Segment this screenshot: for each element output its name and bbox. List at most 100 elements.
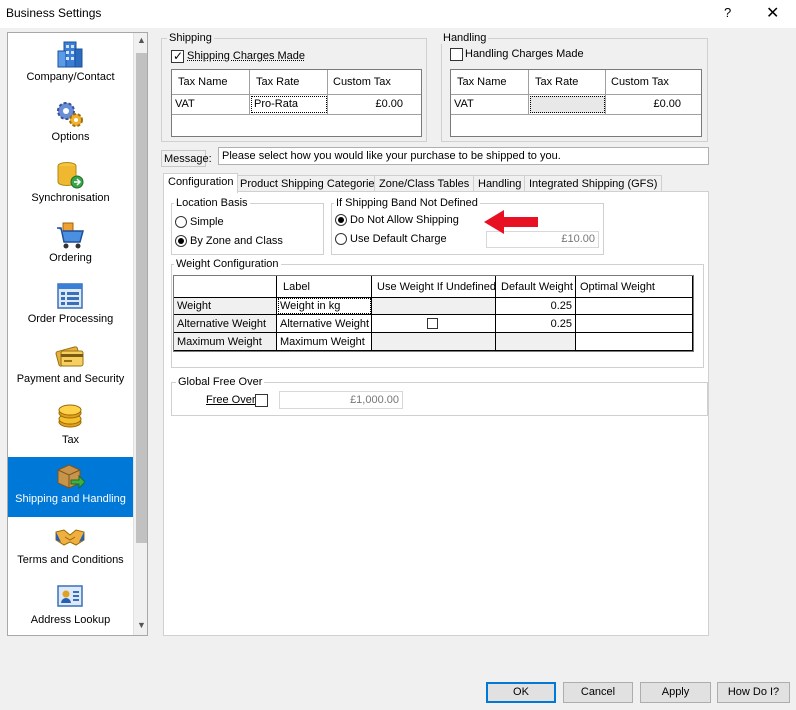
global-free-over-title: Global Free Over <box>176 376 265 388</box>
handling-charges-label[interactable]: Handling Charges Made <box>465 48 584 60</box>
sidebar-item-label: Terms and Conditions <box>17 554 124 566</box>
database-sync-icon <box>57 162 84 189</box>
weight-row-name: Weight <box>177 300 212 312</box>
title-bar: Business Settings ? ✕ <box>0 0 796 28</box>
ok-button[interactable]: OK <box>486 682 556 703</box>
package-arrow-icon <box>57 464 85 490</box>
default-weight-cell[interactable]: 0.25 <box>497 300 572 312</box>
cancel-button[interactable]: Cancel <box>563 682 633 703</box>
message-input[interactable]: Please select how you would like your pu… <box>218 147 709 165</box>
location-basis-group <box>171 203 324 255</box>
shipping-band-title: If Shipping Band Not Defined <box>334 197 480 209</box>
sidebar-item-label: Tax <box>61 434 80 446</box>
custom-tax-cell[interactable]: £0.00 <box>608 98 681 110</box>
sidebar-item-order-processing[interactable]: Order Processing <box>8 277 133 337</box>
weight-configuration-title: Weight Configuration <box>174 258 281 270</box>
free-over-checkbox[interactable] <box>255 394 268 407</box>
location-zone-class-label[interactable]: By Zone and Class <box>190 235 283 247</box>
building-icon <box>57 41 83 68</box>
tax-name-cell: VAT <box>454 98 474 110</box>
gears-icon <box>57 102 83 127</box>
shopping-cart-icon <box>57 222 84 249</box>
weight-label-cell[interactable]: Alternative Weight <box>280 318 369 330</box>
use-weight-cell <box>372 298 495 314</box>
weight-label-cell[interactable]: Maximum Weight <box>280 336 365 348</box>
location-zone-class-radio[interactable] <box>175 235 187 247</box>
free-over-input[interactable]: £1,000.00 <box>279 391 403 409</box>
sidebar-item-ordering[interactable]: Ordering <box>8 216 133 276</box>
address-card-icon <box>57 585 83 607</box>
sidebar-item-company-contact[interactable]: Company/Contact <box>8 35 133 95</box>
column-header: Custom Tax <box>333 76 391 88</box>
handling-charges-checkbox[interactable] <box>450 48 463 61</box>
window-title: Business Settings <box>6 6 102 20</box>
how-do-i-button[interactable]: How Do I? <box>717 682 790 703</box>
tax-rate-cell[interactable] <box>530 96 605 113</box>
message-label: Message: <box>161 150 212 167</box>
use-default-charge-label[interactable]: Use Default Charge <box>350 233 447 245</box>
configuration-panel: Location Basis Simple By Zone and Class … <box>163 191 709 636</box>
weight-label-cell[interactable]: Weight in kg <box>278 298 371 314</box>
do-not-allow-shipping-radio[interactable] <box>335 214 347 226</box>
tax-name-cell: VAT <box>175 98 195 110</box>
tab-configuration[interactable]: Configuration <box>163 173 239 193</box>
help-icon[interactable]: ? <box>724 5 731 20</box>
column-header: Tax Rate <box>535 76 579 88</box>
column-header: Optimal Weight <box>580 281 655 293</box>
default-weight-cell[interactable] <box>496 333 575 350</box>
sidebar-item-label: Address Lookup <box>30 614 111 626</box>
shipping-charges-label[interactable]: Shipping Charges Made <box>187 50 305 62</box>
annotation-arrow-icon <box>484 210 538 234</box>
sidebar-item-terms-conditions[interactable]: Terms and Conditions <box>8 518 133 578</box>
sidebar-item-options[interactable]: Options <box>8 95 133 155</box>
location-basis-title: Location Basis <box>174 197 250 209</box>
weight-table: Label Use Weight If Undefined Default We… <box>173 275 694 352</box>
column-header: Tax Rate <box>256 76 300 88</box>
column-header: Use Weight If Undefined <box>377 281 497 293</box>
sidebar-item-label: Order Processing <box>27 313 114 325</box>
settings-sidebar: Company/Contact Options Synchronisation … <box>7 32 148 636</box>
apply-button[interactable]: Apply <box>640 682 711 703</box>
chevron-up-icon[interactable]: ▲ <box>134 35 147 49</box>
handling-group-title: Handling <box>441 32 489 44</box>
order-form-icon <box>57 283 83 309</box>
coins-icon <box>58 404 82 428</box>
handling-tax-table: Tax Name Tax Rate Custom Tax VAT £0.00 <box>450 69 702 137</box>
sidebar-scrollbar[interactable]: ▲ ▼ <box>133 33 147 635</box>
shipping-charges-checkbox[interactable] <box>171 49 184 63</box>
location-simple-radio[interactable] <box>175 216 187 228</box>
use-weight-cell <box>372 333 495 350</box>
sidebar-item-label: Options <box>51 131 90 143</box>
column-header: Tax Name <box>457 76 507 88</box>
shipping-group-title: Shipping <box>167 32 214 44</box>
sidebar-item-label: Ordering <box>49 252 92 264</box>
sidebar-item-shipping-handling[interactable]: Shipping and Handling <box>8 457 133 517</box>
close-icon[interactable]: ✕ <box>766 3 779 23</box>
scroll-thumb[interactable] <box>136 53 147 543</box>
location-simple-label[interactable]: Simple <box>190 216 224 228</box>
default-weight-cell[interactable]: 0.25 <box>497 318 572 330</box>
chevron-down-icon[interactable]: ▼ <box>134 620 147 634</box>
column-header: Tax Name <box>178 76 228 88</box>
handshake-icon <box>55 529 85 546</box>
sidebar-item-synchronisation[interactable]: Synchronisation <box>8 156 133 216</box>
tax-rate-cell[interactable]: Pro-Rata <box>251 96 327 113</box>
sidebar-item-payment-security[interactable]: Payment and Security <box>8 337 133 397</box>
shipping-tax-table: Tax Name Tax Rate Custom Tax VAT Pro-Rat… <box>171 69 422 137</box>
weight-row-name: Alternative Weight <box>177 318 267 330</box>
use-default-charge-radio[interactable] <box>335 233 347 245</box>
sidebar-item-label: Synchronisation <box>31 192 110 204</box>
sidebar-item-address-lookup[interactable]: Address Lookup <box>8 578 133 635</box>
credit-card-icon <box>55 346 84 367</box>
use-weight-if-undefined-checkbox[interactable] <box>427 318 438 329</box>
sidebar-item-label: Company/Contact <box>26 71 115 83</box>
column-header: Label <box>283 281 310 293</box>
free-over-label[interactable]: Free Over <box>206 394 256 406</box>
column-header: Custom Tax <box>611 76 669 88</box>
custom-tax-cell[interactable]: £0.00 <box>330 98 403 110</box>
sidebar-item-label: Payment and Security <box>16 373 125 385</box>
do-not-allow-shipping-label[interactable]: Do Not Allow Shipping <box>350 214 459 226</box>
sidebar-item-tax[interactable]: Tax <box>8 398 133 458</box>
sidebar-item-label: Shipping and Handling <box>15 493 126 505</box>
column-header: Default Weight <box>501 281 573 293</box>
